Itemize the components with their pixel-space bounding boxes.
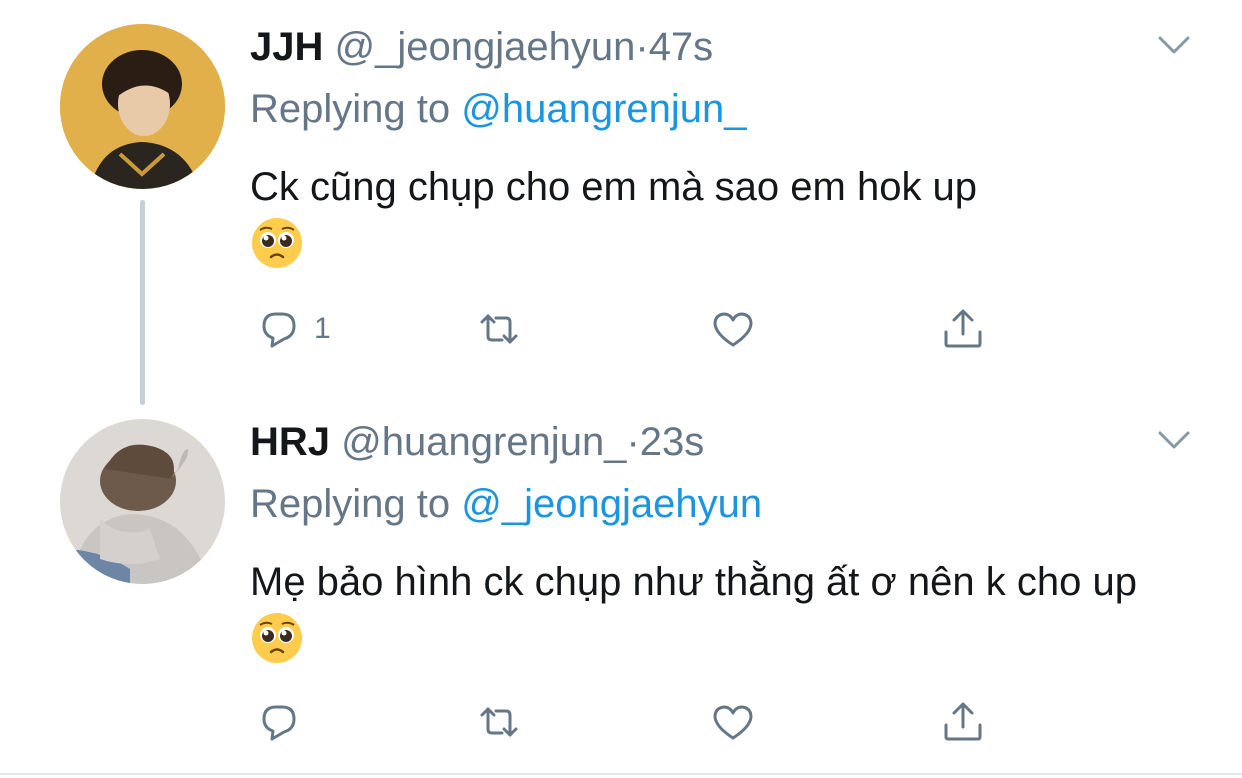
tweet-text-content: Mẹ bảo hình ck chụp như thằng ất ơ nên k… (250, 560, 1137, 604)
share-button[interactable] (940, 697, 986, 747)
reply-icon (256, 306, 302, 352)
retweet-icon (476, 306, 522, 352)
replying-to: Replying to @huangrenjun_ (250, 84, 747, 134)
reply-button[interactable] (256, 697, 314, 747)
replying-label: Replying to (250, 87, 451, 131)
timestamp[interactable]: 47s (649, 25, 714, 69)
divider (0, 773, 1242, 775)
user-handle[interactable]: @huangrenjun_ (341, 420, 626, 464)
tweet-header: JJH @_jeongjaehyun·47s (250, 22, 713, 72)
replying-handle-link[interactable]: @huangrenjun_ (461, 87, 746, 131)
thread-line (140, 200, 145, 405)
separator-dot: · (635, 25, 649, 69)
avatar[interactable] (60, 419, 225, 584)
tweet-text: Ck cũng chụp cho em mà sao em hok up (250, 158, 1200, 274)
replying-handle-link[interactable]: @_jeongjaehyun (461, 482, 762, 526)
tweet-actions (250, 697, 1010, 747)
pleading-face-icon (250, 611, 304, 665)
separator-dot: · (626, 420, 640, 464)
share-button[interactable] (940, 304, 986, 354)
retweet-icon (476, 699, 522, 745)
chevron-down-icon[interactable] (1154, 30, 1194, 60)
pleading-face-icon (250, 216, 304, 270)
timestamp[interactable]: 23s (640, 420, 705, 464)
reply-icon (256, 699, 302, 745)
replying-to: Replying to @_jeongjaehyun (250, 479, 762, 529)
tweet-actions: 1 (250, 304, 1010, 354)
display-name[interactable]: HRJ (250, 420, 330, 464)
replying-label: Replying to (250, 482, 451, 526)
reply-button[interactable]: 1 (256, 304, 331, 354)
tweet[interactable]: HRJ @huangrenjun_·23s Replying to @_jeon… (0, 395, 1242, 778)
tweet-text: Mẹ bảo hình ck chụp như thằng ất ơ nên k… (250, 553, 1200, 669)
avatar[interactable] (60, 24, 225, 189)
share-icon (940, 306, 986, 352)
tweet-header: HRJ @huangrenjun_·23s (250, 417, 704, 467)
display-name[interactable]: JJH (250, 25, 323, 69)
user-handle[interactable]: @_jeongjaehyun (335, 25, 636, 69)
share-icon (940, 699, 986, 745)
tweet-text-content: Ck cũng chụp cho em mà sao em hok up (250, 165, 978, 209)
tweet[interactable]: JJH @_jeongjaehyun·47s Replying to @huan… (0, 0, 1242, 405)
heart-icon (710, 699, 756, 745)
retweet-button[interactable] (476, 304, 534, 354)
reply-count: 1 (314, 312, 331, 345)
like-button[interactable] (710, 697, 768, 747)
like-button[interactable] (710, 304, 768, 354)
heart-icon (710, 306, 756, 352)
retweet-button[interactable] (476, 697, 534, 747)
chevron-down-icon[interactable] (1154, 425, 1194, 455)
